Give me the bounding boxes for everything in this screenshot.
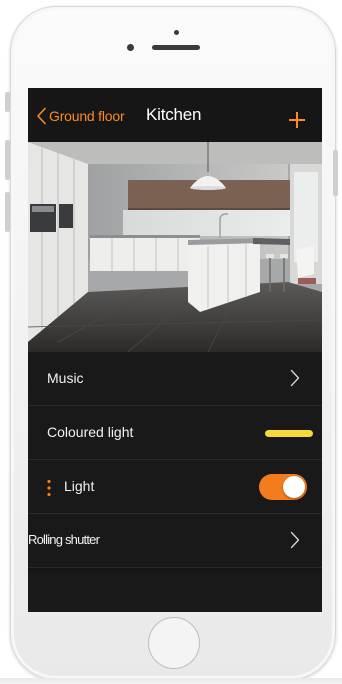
proximity-sensor <box>174 30 179 35</box>
page-title: Kitchen <box>146 105 202 124</box>
light-toggle[interactable] <box>259 474 307 500</box>
list-item-light[interactable]: Light <box>28 460 322 514</box>
navigation-bar: Ground floor Kitchen <box>28 88 322 142</box>
power-button <box>333 150 338 196</box>
colour-indicator[interactable] <box>265 430 313 437</box>
bottom-shadow <box>0 678 342 684</box>
list-item-label: Music <box>47 370 84 386</box>
list-item-label: Rolling shutter <box>28 532 100 547</box>
list-item-rolling-shutter[interactable]: Rolling shutter <box>28 514 322 568</box>
mute-switch <box>5 92 10 112</box>
earpiece-speaker <box>152 45 200 50</box>
back-button-label: Ground floor <box>49 108 125 124</box>
device-scene: Ground floor Kitchen Music Coloured ligh… <box>0 0 342 684</box>
list-item-coloured-light[interactable]: Coloured light <box>28 406 322 460</box>
list-empty-area <box>28 572 322 612</box>
toggle-knob <box>283 476 305 498</box>
volume-up-button <box>5 140 10 180</box>
chevron-right-icon <box>290 531 300 549</box>
volume-down-button <box>5 192 10 232</box>
home-button[interactable] <box>148 617 200 669</box>
list-item-music[interactable]: Music <box>28 352 322 406</box>
kitchen-photo <box>28 142 322 352</box>
list-item-label: Coloured light <box>47 424 134 440</box>
app-screen: Ground floor Kitchen Music Coloured ligh… <box>28 88 322 612</box>
drag-handle-icon[interactable] <box>47 479 51 497</box>
back-button[interactable]: Ground floor <box>36 105 125 127</box>
plus-icon[interactable] <box>287 110 307 130</box>
front-camera <box>127 44 134 51</box>
chevron-right-icon <box>290 369 300 387</box>
chevron-left-icon <box>37 107 46 125</box>
list-item-label: Light <box>64 478 95 494</box>
